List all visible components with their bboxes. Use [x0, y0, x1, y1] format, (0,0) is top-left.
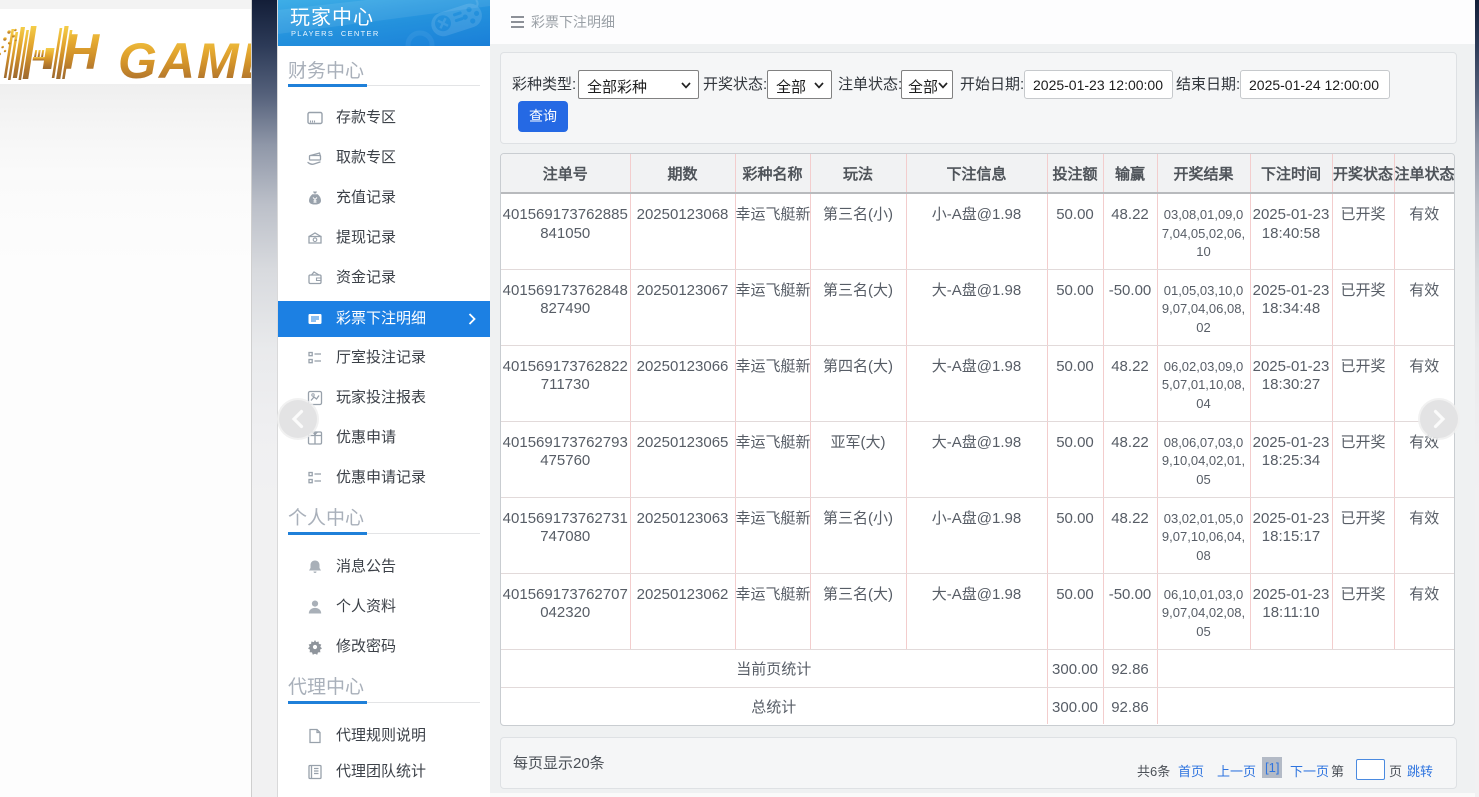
svg-text:GAME: GAME	[118, 33, 251, 84]
svg-text:H: H	[63, 26, 100, 80]
